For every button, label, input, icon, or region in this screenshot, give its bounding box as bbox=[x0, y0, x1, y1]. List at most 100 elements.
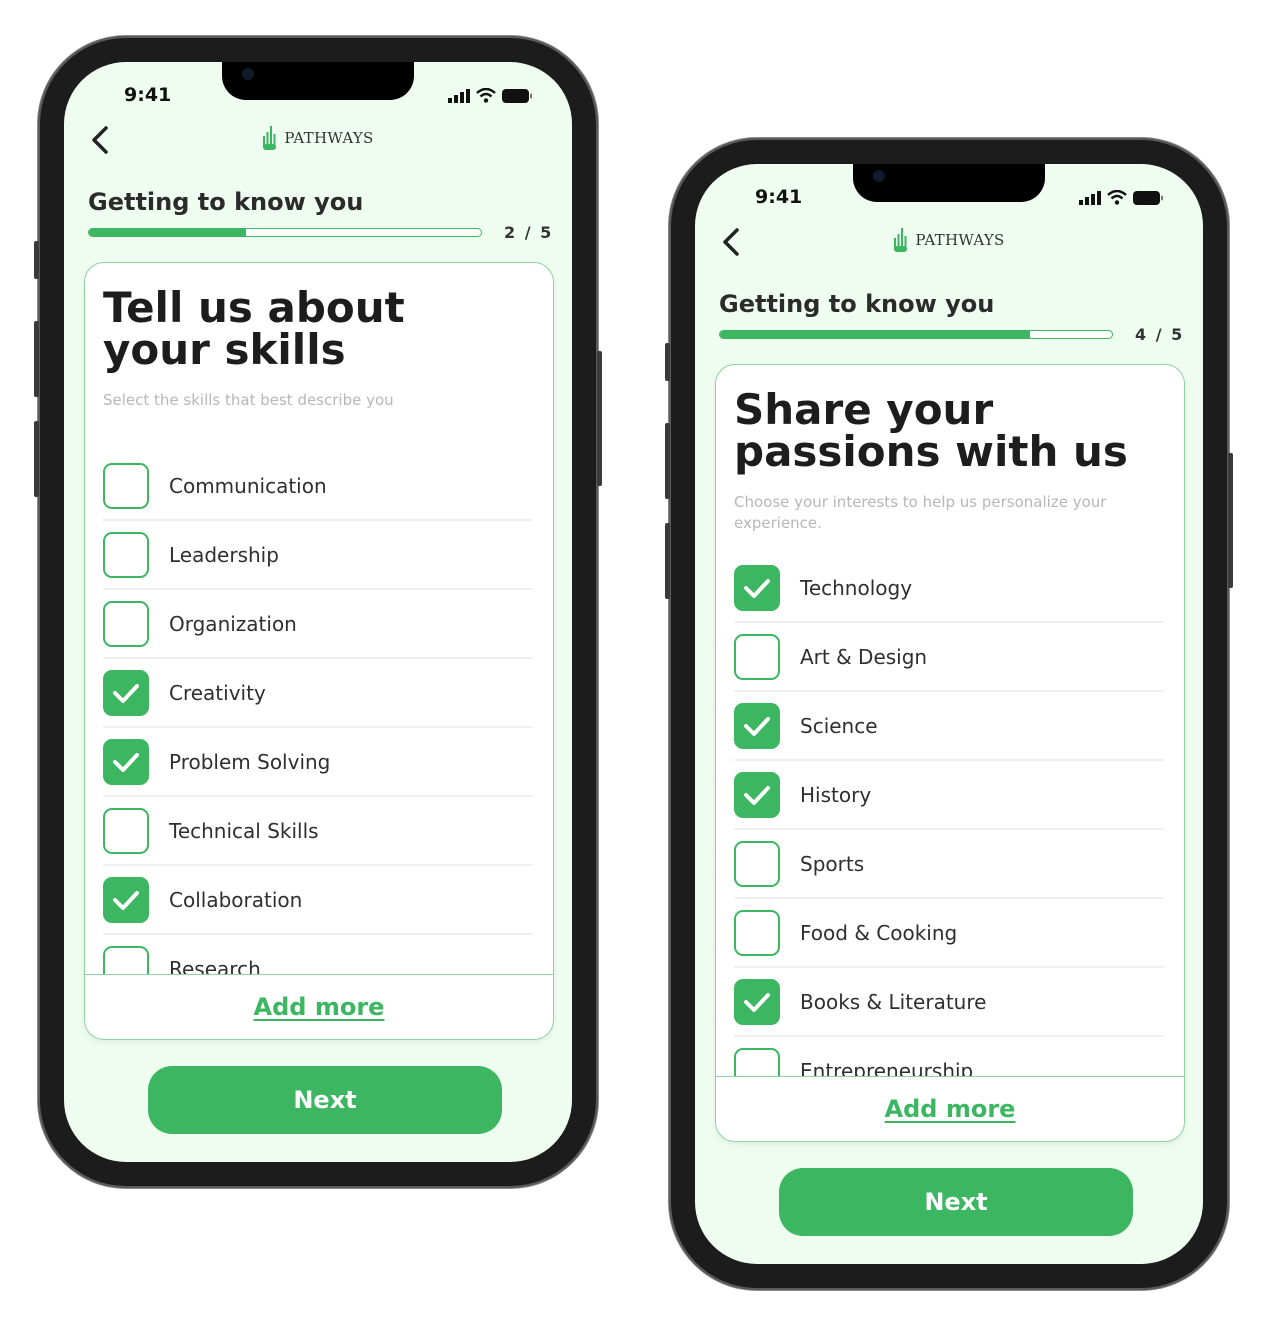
check-icon bbox=[744, 992, 770, 1012]
checkbox[interactable] bbox=[103, 807, 149, 854]
pathways-logo-icon bbox=[263, 126, 277, 150]
checkbox[interactable] bbox=[103, 669, 149, 716]
next-button[interactable]: Next bbox=[148, 1066, 502, 1134]
volume-down-button bbox=[665, 523, 670, 599]
list-item[interactable]: Entrepreneurship bbox=[734, 1037, 1164, 1076]
item-label: Technical Skills bbox=[169, 818, 319, 843]
check-icon bbox=[744, 785, 770, 805]
card-subtitle: Select the skills that best describe you bbox=[103, 391, 394, 409]
item-label: Sports bbox=[800, 851, 865, 876]
list-item[interactable]: Science bbox=[734, 692, 1164, 761]
check-icon bbox=[113, 890, 139, 910]
card-footer: Add more bbox=[716, 1076, 1184, 1141]
notch bbox=[222, 62, 414, 100]
list-item[interactable]: Sports bbox=[734, 830, 1164, 899]
volume-up-button bbox=[34, 321, 39, 397]
mute-switch bbox=[34, 241, 39, 279]
cellular-signal-icon bbox=[448, 88, 470, 103]
status-icons bbox=[448, 88, 532, 103]
status-time: 9:41 bbox=[124, 84, 172, 106]
item-label: Problem Solving bbox=[169, 749, 331, 774]
list-item[interactable]: Creativity bbox=[103, 659, 533, 728]
power-button bbox=[1228, 453, 1233, 588]
selection-card: Tell us about your skills Select the ski… bbox=[84, 262, 554, 1040]
step-counter: 2 / 5 bbox=[504, 223, 554, 242]
check-icon bbox=[744, 578, 770, 598]
item-label: Collaboration bbox=[169, 887, 303, 912]
next-button[interactable]: Next bbox=[779, 1168, 1133, 1236]
brand-logo: PATHWAYS bbox=[695, 226, 1203, 254]
list-item[interactable]: Collaboration bbox=[103, 866, 533, 935]
add-more-link[interactable]: Add more bbox=[254, 993, 385, 1021]
add-more-link[interactable]: Add more bbox=[885, 1095, 1016, 1123]
brand-logo: PATHWAYS bbox=[64, 124, 572, 152]
checkbox[interactable] bbox=[734, 1047, 780, 1076]
wifi-icon bbox=[1107, 190, 1127, 205]
cellular-signal-icon bbox=[1079, 190, 1101, 205]
checkbox[interactable] bbox=[103, 462, 149, 509]
pathways-logo-icon bbox=[894, 228, 908, 252]
notch bbox=[853, 164, 1045, 202]
checkbox[interactable] bbox=[734, 840, 780, 887]
checkbox[interactable] bbox=[734, 564, 780, 611]
battery-icon bbox=[1133, 190, 1163, 205]
brand-name: PATHWAYS bbox=[915, 231, 1005, 249]
checkbox[interactable] bbox=[734, 978, 780, 1025]
list-item[interactable]: Technology bbox=[734, 554, 1164, 623]
list-item[interactable]: Food & Cooking bbox=[734, 899, 1164, 968]
mute-switch bbox=[665, 343, 670, 381]
item-label: Food & Cooking bbox=[800, 920, 958, 945]
list-item[interactable]: History bbox=[734, 761, 1164, 830]
list-item[interactable]: Art & Design bbox=[734, 623, 1164, 692]
checkbox[interactable] bbox=[734, 702, 780, 749]
item-label: Organization bbox=[169, 611, 297, 636]
wifi-icon bbox=[476, 88, 496, 103]
item-label: Science bbox=[800, 713, 878, 738]
list-item[interactable]: Problem Solving bbox=[103, 728, 533, 797]
checkbox[interactable] bbox=[734, 909, 780, 956]
item-label: Research bbox=[169, 956, 261, 975]
card-heading: Tell us about your skills bbox=[103, 283, 405, 374]
options-list[interactable]: Technology Art & Design Science History … bbox=[734, 554, 1164, 1076]
checkbox[interactable] bbox=[734, 771, 780, 818]
power-button bbox=[597, 351, 602, 486]
status-time: 9:41 bbox=[755, 186, 803, 208]
options-list[interactable]: Communication Leadership Organization Cr… bbox=[103, 452, 533, 974]
list-item[interactable]: Books & Literature bbox=[734, 968, 1164, 1037]
progress-bar bbox=[719, 330, 1113, 339]
step-counter: 4 / 5 bbox=[1135, 325, 1185, 344]
card-footer: Add more bbox=[85, 974, 553, 1039]
item-label: Leadership bbox=[169, 542, 279, 567]
list-item[interactable]: Research bbox=[103, 935, 533, 974]
check-icon bbox=[744, 716, 770, 736]
list-item[interactable]: Communication bbox=[103, 452, 533, 521]
checkbox[interactable] bbox=[103, 600, 149, 647]
phone-frame: 9:41 PATHWAYS Getting to know you 2 / 5 … bbox=[34, 36, 602, 1188]
checkbox[interactable] bbox=[734, 633, 780, 680]
progress-bar bbox=[88, 228, 482, 237]
phone-frame: 9:41 PATHWAYS Getting to know you 4 / 5 … bbox=[665, 138, 1233, 1290]
item-label: Entrepreneurship bbox=[800, 1058, 974, 1077]
section-title: Getting to know you bbox=[719, 290, 995, 318]
phone-screen: 9:41 PATHWAYS Getting to know you 2 / 5 … bbox=[64, 62, 572, 1162]
card-subtitle: Choose your interests to help us persona… bbox=[734, 493, 1107, 532]
check-icon bbox=[113, 752, 139, 772]
phone-screen: 9:41 PATHWAYS Getting to know you 4 / 5 … bbox=[695, 164, 1203, 1264]
list-item[interactable]: Technical Skills bbox=[103, 797, 533, 866]
item-label: Communication bbox=[169, 473, 327, 498]
checkbox[interactable] bbox=[103, 531, 149, 578]
list-item[interactable]: Leadership bbox=[103, 521, 533, 590]
item-label: Creativity bbox=[169, 680, 266, 705]
item-label: Books & Literature bbox=[800, 989, 987, 1014]
card-heading: Share your passions with us bbox=[734, 385, 1128, 476]
volume-down-button bbox=[34, 421, 39, 497]
list-item[interactable]: Organization bbox=[103, 590, 533, 659]
item-label: Art & Design bbox=[800, 644, 928, 669]
item-label: History bbox=[800, 782, 872, 807]
checkbox[interactable] bbox=[103, 876, 149, 923]
checkbox[interactable] bbox=[103, 738, 149, 785]
checkbox[interactable] bbox=[103, 945, 149, 974]
section-title: Getting to know you bbox=[88, 188, 364, 216]
item-label: Technology bbox=[800, 575, 913, 600]
status-icons bbox=[1079, 190, 1163, 205]
